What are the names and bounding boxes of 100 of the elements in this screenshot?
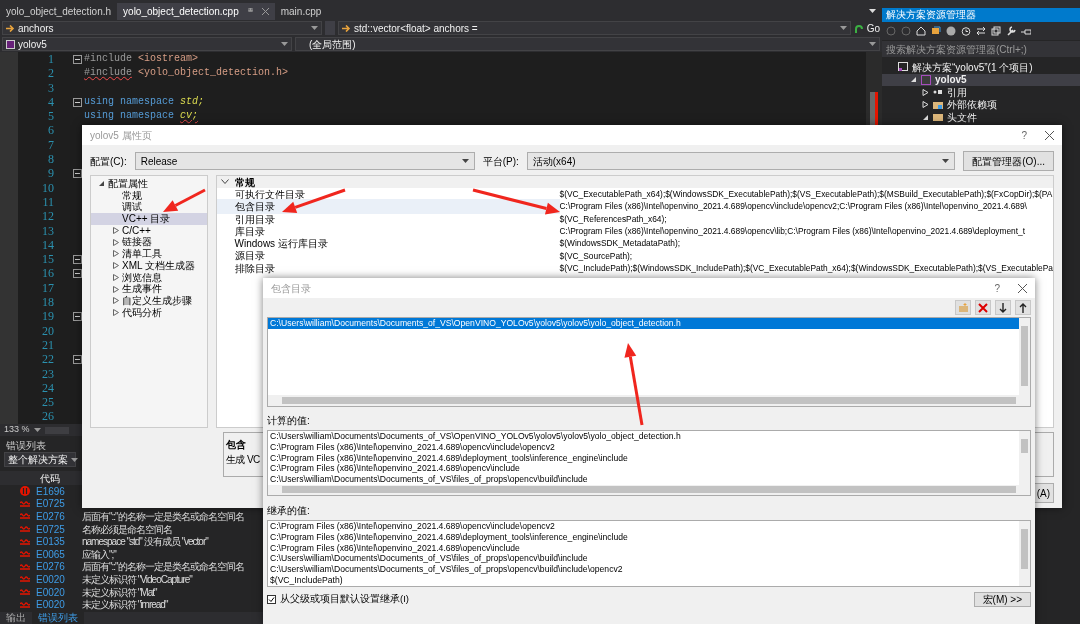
swap-icon[interactable] [976, 26, 986, 36]
properties-icon[interactable] [1006, 26, 1016, 36]
error-message: 未定义标识符 "imread" [82, 598, 168, 613]
property-value[interactable]: $(VC_SourcePath); [559, 249, 633, 263]
list-item: C:\Users\william\Documents\Documents_of_VS\OpenVINO_YOLOv5\yolov5\yolov5\yolo_object_detection.h [269, 431, 682, 442]
tree-item[interactable]: C/C++ [91, 224, 207, 237]
scrollbar[interactable] [1019, 318, 1030, 395]
line-number: 26 [41, 409, 54, 424]
close-icon[interactable] [1045, 130, 1054, 140]
caret-icon[interactable] [869, 9, 876, 13]
checkbox-icon[interactable] [267, 595, 276, 604]
config-manager-button[interactable]: 配置管理器(O)... [963, 151, 1054, 171]
list-item: C:\Users\william\Documents\Documents_of_VS\files_of_props\opencv\build\include [269, 553, 589, 565]
panel-tab[interactable]: 输出 [0, 612, 32, 624]
collapse-icon[interactable] [72, 269, 82, 279]
scrollbar[interactable] [1019, 431, 1030, 485]
scope-dropdown[interactable]: 整个解决方案 [4, 452, 76, 467]
collapse-icon[interactable] [72, 254, 82, 264]
property-name[interactable]: 包含目录 [216, 199, 560, 215]
back-icon[interactable] [886, 26, 896, 36]
line-number: 8 [47, 152, 54, 167]
copy-icon[interactable] [991, 26, 1001, 36]
category-label: 常规 [234, 175, 255, 189]
scrollbar[interactable] [268, 395, 1030, 406]
sync-icon[interactable] [931, 26, 941, 36]
definition-dropdown[interactable]: std::vector<float> anchors = [338, 21, 851, 35]
close-icon[interactable] [1018, 283, 1027, 293]
error-code: E0276 [36, 510, 66, 524]
code-token: using [84, 94, 114, 109]
macro-button[interactable]: 宏(M) >> [973, 592, 1031, 607]
pin-icon[interactable] [1021, 26, 1031, 36]
field-label: 配置(C): [90, 154, 127, 169]
scrollbar[interactable] [268, 485, 1030, 495]
inherit-checkbox[interactable]: 从父级或项目默认设置继承(I) [267, 592, 409, 607]
tree-item[interactable]: 解决方案“yolov5”(1 个项目) [882, 61, 1080, 74]
line-number: 22 [41, 352, 54, 367]
collapse-icon[interactable] [72, 169, 82, 178]
tree-item[interactable]: 引用 [882, 86, 1080, 99]
line-number: 3 [47, 80, 54, 95]
description-title: 包含 [226, 438, 246, 452]
search-field[interactable]: 搜索解决方案资源管理器(Ctrl+;) [882, 41, 1080, 57]
tree-item[interactable]: 链接器 [91, 236, 207, 249]
error-message: 后面有"::"的名称一定是类名或命名空间名 [82, 560, 244, 574]
scope-dropdown[interactable]: (全局范围) [295, 37, 880, 51]
file-tab[interactable]: yolo_object_detection.cpp [117, 3, 275, 20]
arrow-icon [342, 24, 351, 32]
go-button[interactable]: Go [853, 21, 880, 35]
tree-item[interactable]: 生成事件 [91, 283, 207, 295]
window-title: yolov5 属性页 [90, 128, 152, 143]
tree-item[interactable]: 配置属性 [91, 178, 207, 190]
collapse-icon[interactable] [72, 312, 82, 321]
folder-icon [933, 99, 943, 110]
help-button[interactable]: ? [1021, 127, 1027, 143]
code-token: <yolo_object_detection.h> [138, 66, 289, 81]
property-value[interactable]: C:\Program Files (x86)\Intel\openvino_2021.4.689\opencv\include\opencv2;C:\Program Files (x86)\Intel\openvino_2021.4.689\ [559, 200, 1027, 214]
file-tab[interactable]: main.cpp [274, 3, 328, 20]
property-value[interactable]: $(VC_ExecutablePath_x64);$(WindowsSDK_ExecutablePath);$(VS_ExecutablePath);$(MSBuild_ExecutablePath);$(FxCopDir);$(PA [559, 188, 1053, 201]
line-number: 16 [41, 266, 54, 281]
tree-item[interactable]: 常规 [91, 189, 207, 202]
up-arrow-icon[interactable] [1018, 302, 1028, 313]
help-button[interactable]: ? [994, 280, 1000, 296]
collapse-icon[interactable] [72, 54, 82, 64]
project-dropdown[interactable]: yolov5 [2, 37, 292, 51]
zoom-level[interactable]: 133 % [4, 423, 30, 437]
file-tab[interactable]: yolo_object_detection.h [0, 3, 118, 20]
platform-dropdown[interactable]: 活动(x64) [526, 152, 956, 170]
caret-icon [311, 26, 318, 30]
tree-item[interactable]: yolov5 [882, 73, 1080, 86]
down-arrow-icon[interactable] [998, 302, 1008, 313]
tree-item[interactable]: 清单工具 [91, 248, 207, 260]
tree-item[interactable]: 头文件 [882, 111, 1080, 124]
tree-item[interactable]: 代码分析 [91, 306, 207, 319]
property-value[interactable]: C:\Program Files (x86)\Intel\openvino_2021.4.689\opencv\lib;C:\Program Files (x86)\Intel\openvino_2021.4.689\deployment_t [559, 225, 1026, 238]
config-dropdown[interactable]: Release [134, 152, 475, 170]
close-icon[interactable] [261, 8, 269, 15]
globe-icon[interactable] [946, 26, 956, 36]
property-value[interactable]: $(VC_ReferencesPath_x64); [559, 212, 667, 226]
tree-item[interactable]: 浏览信息 [91, 271, 207, 284]
clock-icon[interactable] [961, 26, 971, 36]
panel-tab[interactable]: 错误列表 [32, 612, 84, 624]
forward-icon[interactable] [901, 26, 911, 36]
collapse-icon[interactable] [72, 97, 82, 107]
tree-item[interactable]: VC++ 目录 [91, 213, 207, 225]
line-number: 15 [41, 252, 54, 267]
home-icon[interactable] [916, 26, 926, 36]
tree-item[interactable]: 外部依赖项 [882, 98, 1080, 111]
line-number: 9 [47, 166, 54, 181]
collapse-icon[interactable] [72, 354, 82, 364]
list-item[interactable]: C:\Users\william\Documents\Documents_of_VS\OpenVINO_YOLOv5\yolov5\yolov5\yolo_object_detection.h [268, 318, 1019, 329]
tree-item[interactable]: XML 文档生成器 [91, 259, 207, 272]
scrollbar[interactable] [1019, 521, 1030, 586]
tree-item[interactable]: 调试 [91, 201, 207, 214]
property-value[interactable]: $(WindowsSDK_MetadataPath); [559, 237, 681, 250]
error-message: 未定义标识符 "Mat" [82, 585, 157, 599]
tree-item[interactable]: 自定义生成步骤 [91, 294, 207, 307]
member-dropdown[interactable]: anchors [2, 21, 322, 35]
list-item: C:\Program Files (x86)\Intel\openvino_2021.4.689\opencv\include\opencv2 [269, 441, 556, 453]
caret-icon [461, 159, 469, 163]
delete-icon[interactable] [978, 302, 988, 313]
property-value[interactable]: $(VC_IncludePath);$(WindowsSDK_IncludePath);$(VC_ExecutablePath_x64);$(WindowsSDK_ExecutablePath);$(VS_ExecutablePa [559, 261, 1053, 275]
